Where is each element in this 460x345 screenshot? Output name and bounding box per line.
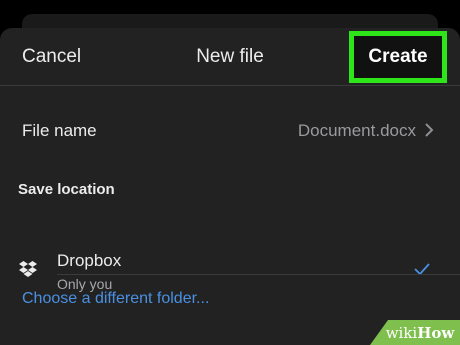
file-name-label: File name xyxy=(22,121,97,140)
location-divider xyxy=(57,274,460,275)
location-name: Dropbox xyxy=(57,251,122,270)
file-name-value: Document.docx xyxy=(297,121,416,140)
create-button-label: Create xyxy=(368,46,428,67)
dropbox-icon xyxy=(19,261,37,277)
watermark-prefix: wiki xyxy=(385,323,418,342)
choose-folder-link[interactable]: Choose a different folder... xyxy=(22,290,209,308)
watermark-suffix: How xyxy=(417,323,455,342)
watermark-text: wikiHow xyxy=(376,324,455,342)
create-button[interactable]: Create xyxy=(349,31,447,83)
new-file-sheet: Cancel New file Create File name Documen… xyxy=(0,28,460,345)
chevron-right-icon xyxy=(425,123,434,137)
header-divider xyxy=(0,85,460,86)
file-name-row[interactable]: File name Document.docx xyxy=(0,102,460,156)
sheet-header: Cancel New file Create xyxy=(0,28,460,85)
save-location-heading: Save location xyxy=(18,181,115,198)
